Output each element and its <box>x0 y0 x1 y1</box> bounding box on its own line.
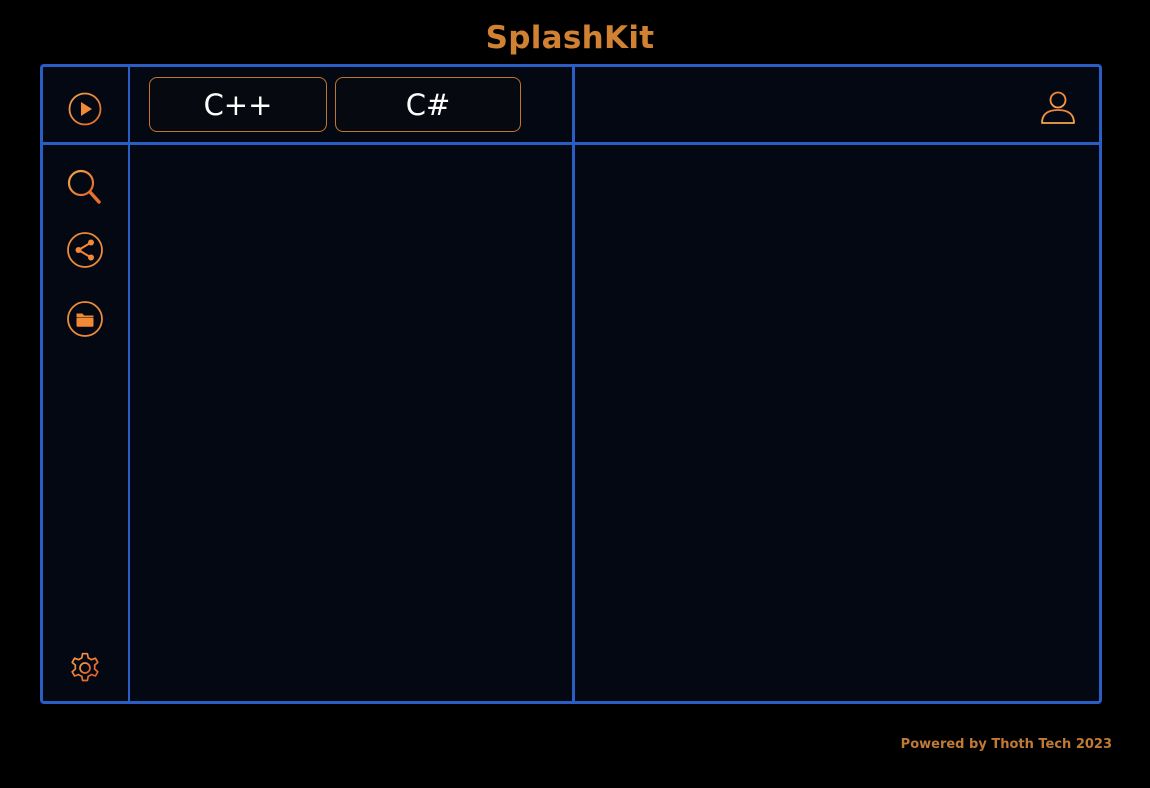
run-button[interactable] <box>65 89 105 129</box>
gear-icon <box>71 652 99 682</box>
sidebar-item-share[interactable] <box>65 230 105 270</box>
user-icon <box>1041 91 1075 124</box>
icon-sidebar <box>43 67 130 701</box>
output-pane[interactable] <box>575 145 1099 701</box>
sidebar-item-search[interactable] <box>65 167 105 207</box>
sidebar-item-files[interactable] <box>65 299 105 339</box>
folder-icon <box>67 301 103 337</box>
profile-button[interactable] <box>1038 87 1078 127</box>
play-circle-icon <box>68 92 102 126</box>
footer-credit: Powered by Thoth Tech 2023 <box>900 737 1112 752</box>
tab-csharp[interactable]: C# <box>335 77 521 132</box>
app-title: SplashKit <box>485 20 655 56</box>
tab-cpp[interactable]: C++ <box>149 77 327 132</box>
settings-button[interactable] <box>65 648 105 688</box>
code-editor-pane[interactable] <box>130 145 572 701</box>
share-icon <box>67 232 103 268</box>
editor-window: C++ C# <box>40 64 1102 704</box>
search-icon <box>67 169 101 204</box>
